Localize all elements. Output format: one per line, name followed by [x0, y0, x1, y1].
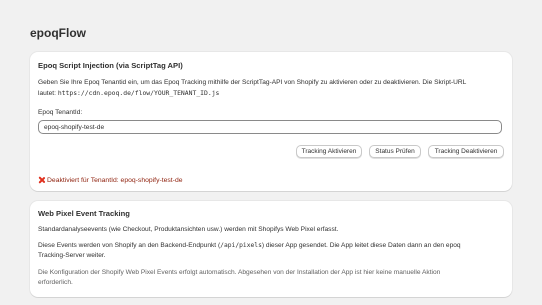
- script-injection-card: Epoq Script Injection (via ScriptTag API…: [30, 52, 512, 191]
- description-prefix: lautet:: [38, 90, 56, 97]
- para-2-text-before: Diese Events werden von Shopify an den B…: [38, 242, 221, 249]
- tenant-id-input[interactable]: epoq-shopify-test-de: [38, 120, 502, 134]
- para-3-line-2: erforderlich.: [38, 279, 73, 286]
- web-pixel-para-1: Standardanalyseevents (wie Checkout, Pro…: [38, 226, 339, 233]
- page-title: epoqFlow: [30, 26, 86, 40]
- web-pixel-para-2: Diese Events werden von Shopify an den B…: [38, 241, 504, 261]
- para-2-line-1: Diese Events werden von Shopify an den B…: [38, 241, 504, 251]
- script-url: https://cdn.epoq.de/flow/YOUR_TENANT_ID.…: [57, 89, 220, 97]
- para-3-line-1: Die Konfiguration der Shopify Web Pixel …: [38, 269, 441, 276]
- script-injection-description: Geben Sie Ihre Epoq Tenantid ein, um das…: [38, 78, 504, 99]
- description-line-2: lautet: https://cdn.epoq.de/flow/YOUR_TE…: [38, 88, 504, 99]
- web-pixel-title: Web Pixel Event Tracking: [38, 209, 130, 218]
- check-status-button[interactable]: Status Prüfen: [369, 145, 421, 158]
- web-pixel-card: Web Pixel Event Tracking Standardanalyse…: [30, 201, 512, 297]
- para-2-text-after: ) dieser App gesendet. Die App leitet di…: [261, 242, 461, 249]
- tenant-id-label: Epoq TenantId:: [38, 109, 83, 116]
- script-injection-title: Epoq Script Injection (via ScriptTag API…: [38, 61, 183, 70]
- para-2-line-2: Tracking-Server weiter.: [38, 252, 106, 259]
- pixels-endpoint-code: /api/pixels: [220, 242, 262, 249]
- deactivate-tracking-button[interactable]: Tracking Deaktivieren: [428, 145, 504, 158]
- cross-mark-icon: [38, 176, 45, 183]
- status-message: Deaktiviert für TenantId: epoq-shopify-t…: [38, 176, 183, 184]
- web-pixel-para-3: Die Konfiguration der Shopify Web Pixel …: [38, 268, 504, 288]
- activate-tracking-button[interactable]: Tracking Aktivieren: [296, 145, 362, 158]
- description-line-1: Geben Sie Ihre Epoq Tenantid ein, um das…: [38, 79, 467, 86]
- status-text: Deaktiviert für TenantId: epoq-shopify-t…: [47, 177, 183, 184]
